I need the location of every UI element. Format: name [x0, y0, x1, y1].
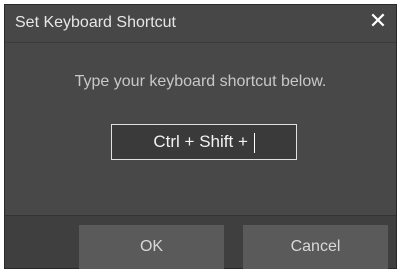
- dialog-title: Set Keyboard Shortcut: [15, 14, 176, 31]
- shortcut-input[interactable]: Ctrl + Shift +: [111, 124, 297, 160]
- ok-button[interactable]: OK: [79, 225, 224, 269]
- dialog-title-bar: Set Keyboard Shortcut ✕: [5, 5, 396, 42]
- dialog-footer: OK Cancel: [5, 216, 396, 269]
- instruction-text: Type your keyboard shortcut below.: [74, 73, 327, 90]
- set-keyboard-shortcut-dialog: Set Keyboard Shortcut ✕ Type your keyboa…: [4, 4, 397, 269]
- dialog-body: Type your keyboard shortcut below. Ctrl …: [5, 42, 396, 216]
- cancel-button[interactable]: Cancel: [243, 225, 388, 269]
- text-caret: [253, 132, 255, 153]
- shortcut-input-value: Ctrl + Shift +: [153, 132, 253, 151]
- close-icon[interactable]: ✕: [366, 9, 390, 33]
